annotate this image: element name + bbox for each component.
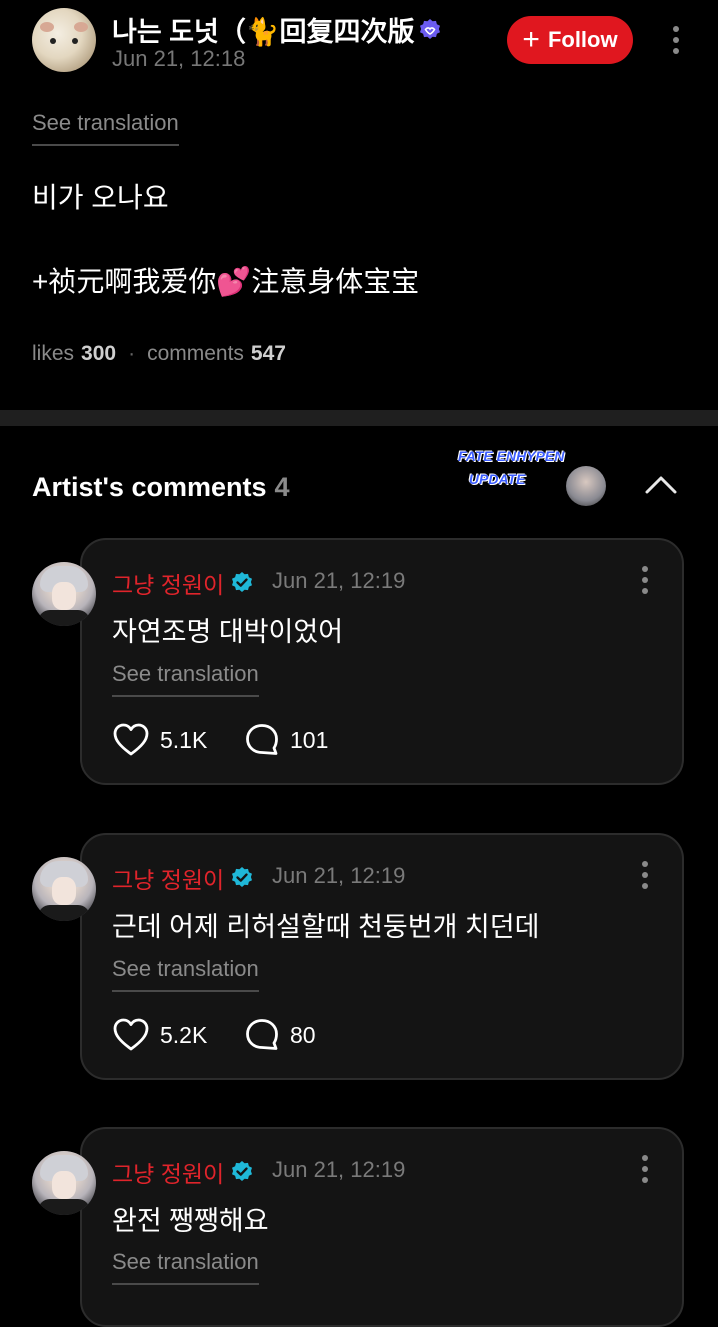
author-name[interactable]: 나는 도넛（🐈回复四次版 bbox=[112, 10, 442, 49]
chevron-up-icon[interactable] bbox=[644, 470, 678, 500]
comment-reply-count: 80 bbox=[290, 1021, 316, 1048]
post-text-line-1: 비가 오나요 bbox=[32, 182, 169, 213]
follow-label: Follow bbox=[547, 27, 618, 52]
commenter-name-text: 그냥 정원이 bbox=[112, 572, 225, 598]
verified-badge-icon bbox=[420, 18, 441, 39]
commenter-name[interactable]: 그냥 정원이 bbox=[112, 566, 254, 600]
comment-like-button[interactable]: 5.1K bbox=[112, 722, 207, 758]
artist-comments-header: Artist's comments 4 bbox=[32, 472, 290, 503]
commenter-avatar[interactable] bbox=[32, 562, 96, 626]
commenter-name[interactable]: 그냥 정원이 bbox=[112, 861, 254, 895]
section-divider bbox=[0, 410, 718, 426]
comment-date: Jun 21, 12:19 bbox=[272, 568, 406, 593]
verified-check-icon bbox=[232, 1161, 253, 1181]
comment-text: 자연조명 대박이었어 bbox=[112, 617, 344, 647]
watermark-line-2: UPDATE bbox=[468, 471, 526, 487]
comment-more-icon[interactable] bbox=[640, 1155, 650, 1183]
comment-more-icon[interactable] bbox=[640, 566, 650, 594]
author-name-text: 나는 도넛（🐈回复四次版 bbox=[112, 17, 415, 47]
commenter-avatar[interactable] bbox=[32, 1151, 96, 1215]
comment-date: Jun 21, 12:19 bbox=[272, 1157, 406, 1182]
comment-see-translation[interactable]: See translation bbox=[112, 956, 259, 992]
post-stats: likes 300 · comments 547 bbox=[32, 342, 286, 366]
watermark: FATE ENHYPEN UPDATE bbox=[458, 445, 564, 491]
comment-more-icon[interactable] bbox=[640, 861, 650, 889]
comments-stat[interactable]: comments 547 bbox=[147, 342, 286, 366]
verified-check-icon bbox=[232, 867, 253, 887]
comment-reply-count: 101 bbox=[290, 726, 329, 753]
heart-icon bbox=[113, 723, 149, 756]
watermark-line-1: FATE ENHYPEN bbox=[458, 448, 565, 464]
stat-separator: · bbox=[128, 342, 136, 365]
comments-label: comments bbox=[147, 342, 244, 365]
likes-count: 300 bbox=[81, 342, 117, 365]
likes-stat[interactable]: likes 300 bbox=[32, 342, 116, 366]
likes-label: likes bbox=[32, 342, 75, 365]
comment-bubble-icon bbox=[246, 724, 278, 755]
commenter-name[interactable]: 그냥 정원이 bbox=[112, 1155, 254, 1189]
commenter-name-text: 그냥 정원이 bbox=[112, 1161, 225, 1187]
follow-button[interactable]: + Follow bbox=[507, 16, 633, 64]
comment-see-translation[interactable]: See translation bbox=[112, 661, 259, 697]
verified-check-icon bbox=[232, 572, 253, 592]
comment-reply-button[interactable]: 80 bbox=[244, 1017, 316, 1053]
artist-comments-title: Artist's comments bbox=[32, 472, 267, 502]
watermark-avatar bbox=[566, 466, 606, 506]
comment-bubble-icon bbox=[246, 1019, 278, 1050]
post-see-translation[interactable]: See translation bbox=[32, 110, 179, 146]
comment-text: 근데 어제 리허설할때 천둥번개 치던데 bbox=[112, 912, 540, 942]
comments-count: 547 bbox=[250, 342, 286, 365]
commenter-name-text: 그냥 정원이 bbox=[112, 867, 225, 893]
comment-text: 완전 쨍쨍해요 bbox=[112, 1206, 269, 1236]
post-date: Jun 21, 12:18 bbox=[112, 46, 246, 71]
comment-date: Jun 21, 12:19 bbox=[272, 863, 406, 888]
comment-like-count: 5.2K bbox=[160, 1021, 208, 1048]
comment-like-count: 5.1K bbox=[160, 726, 208, 753]
comment-like-button[interactable]: 5.2K bbox=[112, 1017, 207, 1053]
artist-comments-count: 4 bbox=[274, 472, 290, 502]
author-avatar[interactable] bbox=[32, 8, 96, 72]
post-text-line-2: +祯元啊我爱你💕注意身体宝宝 bbox=[32, 266, 420, 297]
comment-reply-button[interactable]: 101 bbox=[244, 722, 328, 758]
post-more-icon[interactable] bbox=[671, 26, 681, 54]
commenter-avatar[interactable] bbox=[32, 857, 96, 921]
heart-icon bbox=[113, 1018, 149, 1051]
plus-icon: + bbox=[522, 23, 540, 56]
